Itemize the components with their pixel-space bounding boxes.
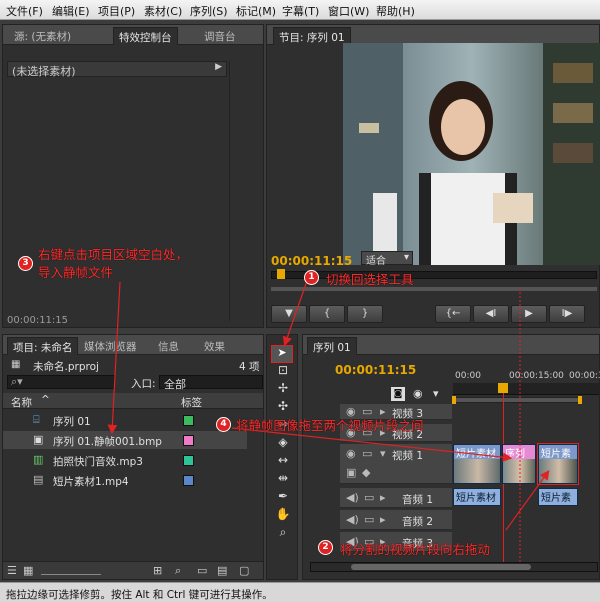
callout-1-text: 切换回选择工具 xyxy=(326,272,414,287)
callout-3-badge: 3 xyxy=(18,256,33,271)
arrow-3 xyxy=(107,281,121,435)
callout-3-text: 右键点击项目区域空白处， xyxy=(38,247,189,262)
status-bar: 拖拉边缘可选择修剪。按住 Alt 和 Ctrl 键可进行其操作。 xyxy=(0,582,600,602)
arrow-1 xyxy=(282,277,309,347)
callout-2-text: 将分割的视频片段向右拖动 xyxy=(340,542,491,557)
annotation-arrows xyxy=(107,277,550,562)
callout-4-text: 将静帧图像拖至两个视频片段之间 xyxy=(236,418,424,433)
callout-3-text-line2: 导入静帧文件 xyxy=(38,265,114,280)
callout-1-badge: 1 xyxy=(304,270,319,285)
callout-4-badge: 4 xyxy=(216,417,231,432)
arrow-2 xyxy=(505,470,550,531)
status-text: 拖拉边缘可选择修剪。按住 Alt 和 Ctrl 键可进行其操作。 xyxy=(6,589,273,601)
callout-2-badge: 2 xyxy=(318,540,333,555)
